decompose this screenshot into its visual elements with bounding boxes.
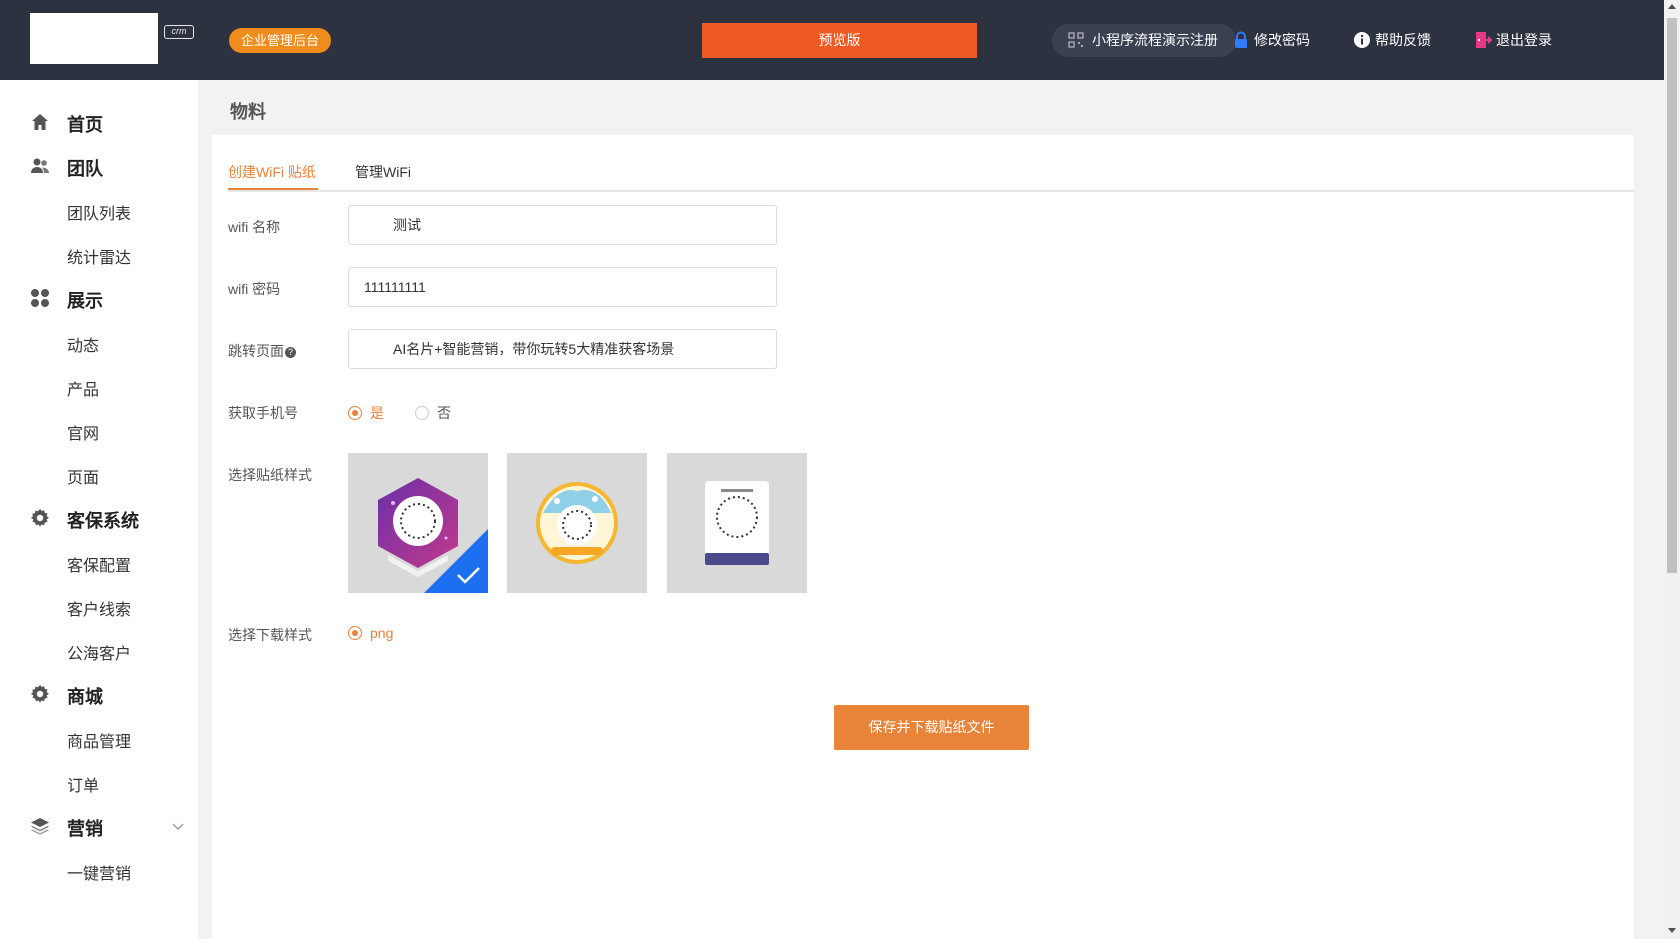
logo (30, 13, 158, 64)
gear-icon (30, 684, 49, 703)
logout-link[interactable]: 退出登录 (1474, 30, 1552, 50)
sidebar-item-label: 展示 (67, 291, 103, 311)
layers-icon (31, 818, 49, 835)
help-icon[interactable]: ? (285, 347, 296, 358)
content-panel: 创建WiFi 贴纸 管理WiFi wifi 名称 wifi 密码 跳转页面? 获… (212, 135, 1634, 939)
logout-label: 退出登录 (1496, 32, 1552, 48)
scrollbar[interactable] (1664, 0, 1680, 939)
scrollbar-thumb[interactable] (1667, 18, 1677, 573)
sidebar-item-label: 商城 (67, 687, 103, 707)
radio-dot (415, 406, 429, 420)
mini-program-label: 小程序流程演示注册 (1092, 32, 1218, 48)
get-phone-label: 获取手机号 (228, 405, 298, 421)
sidebar-item-display[interactable]: 展示 (0, 278, 198, 318)
round-sticker-image (536, 482, 618, 564)
wifi-name-label: wifi 名称 (228, 219, 281, 235)
sidebar-item-mall[interactable]: 商城 (0, 674, 198, 714)
card-sticker-image (705, 481, 769, 565)
page-title: 物料 (230, 102, 266, 122)
mini-program-button[interactable]: 小程序流程演示注册 (1052, 24, 1236, 57)
sticker-style-label: 选择贴纸样式 (228, 467, 312, 483)
selected-check-icon (424, 529, 488, 593)
redirect-page-input[interactable] (348, 329, 777, 369)
gear-icon (30, 508, 49, 527)
radio-dot (348, 406, 362, 420)
phone-no-radio[interactable]: 否 (415, 403, 451, 423)
chevron-down-icon[interactable] (170, 818, 186, 834)
phone-yes-radio[interactable]: 是 (348, 403, 384, 423)
crm-badge: crm (164, 25, 194, 39)
wifi-password-input[interactable] (348, 267, 777, 307)
wifi-name-input[interactable] (348, 205, 777, 245)
sidebar-item-home[interactable]: 首页 (0, 102, 198, 142)
lock-icon (1235, 31, 1247, 48)
sidebar-item-customer-leads[interactable]: 客户线索 (67, 596, 131, 620)
tab-create-wifi-sticker[interactable]: 创建WiFi 贴纸 (228, 162, 316, 182)
redirect-page-label: 跳转页面? (228, 341, 296, 361)
scroll-down-arrow-icon[interactable] (1668, 928, 1676, 933)
help-feedback-label: 帮助反馈 (1375, 32, 1431, 48)
radio-dot (348, 626, 362, 640)
home-icon (32, 114, 48, 130)
download-png-radio[interactable]: png (348, 625, 393, 641)
logout-icon (1476, 32, 1492, 48)
top-bar: crm 企业管理后台 预览版 小程序流程演示注册 修改密码 帮助反馈 退出登录 (0, 0, 1664, 80)
preview-button[interactable]: 预览版 (702, 23, 977, 58)
sidebar-item-marketing[interactable]: 营销 (0, 806, 198, 846)
sidebar-item-customer-protection[interactable]: 客保系统 (0, 498, 198, 538)
tab-manage-wifi[interactable]: 管理WiFi (355, 162, 411, 182)
active-tab-indicator (228, 188, 318, 190)
info-icon (1354, 32, 1370, 48)
sidebar-item-label: 首页 (67, 115, 103, 135)
scroll-up-arrow-icon[interactable] (1668, 4, 1676, 9)
sticker-option-round[interactable] (507, 453, 647, 593)
help-feedback-link[interactable]: 帮助反馈 (1353, 30, 1431, 50)
sidebar-item-goods-management[interactable]: 商品管理 (67, 728, 131, 752)
save-download-button[interactable]: 保存并下载贴纸文件 (834, 705, 1029, 750)
redirect-page-text: 跳转页面 (228, 343, 284, 359)
sidebar-item-stats-radar[interactable]: 统计雷达 (67, 244, 131, 268)
radio-label: 是 (370, 405, 384, 421)
sidebar-item-products[interactable]: 产品 (67, 376, 99, 400)
wifi-password-label: wifi 密码 (228, 281, 281, 297)
sidebar-item-public-customers[interactable]: 公海客户 (67, 640, 131, 664)
sticker-option-hexagon[interactable] (348, 453, 488, 593)
change-password-label: 修改密码 (1254, 32, 1310, 48)
sidebar-item-website[interactable]: 官网 (67, 420, 99, 444)
download-style-label: 选择下载样式 (228, 627, 312, 643)
tab-bar: 创建WiFi 贴纸 管理WiFi (228, 135, 1634, 192)
sidebar: 首页 团队 团队列表 统计雷达 展示 动态 产品 官网 页面 客保系统 客保配置… (0, 80, 198, 939)
grid-icon (31, 289, 49, 307)
sidebar-item-protection-config[interactable]: 客保配置 (67, 552, 131, 576)
admin-badge[interactable]: 企业管理后台 (229, 28, 332, 53)
sticker-option-card[interactable] (667, 453, 807, 593)
sidebar-item-label: 客保系统 (67, 511, 139, 531)
change-password-link[interactable]: 修改密码 (1232, 30, 1310, 50)
sidebar-item-feed[interactable]: 动态 (67, 332, 99, 356)
qr-code-icon (1068, 32, 1084, 48)
sidebar-item-label: 营销 (67, 819, 103, 839)
team-icon (31, 158, 49, 173)
sidebar-item-team[interactable]: 团队 (0, 146, 198, 186)
sidebar-item-label: 团队 (67, 159, 103, 179)
radio-label: 否 (437, 405, 451, 421)
sidebar-item-pages[interactable]: 页面 (67, 464, 99, 488)
sidebar-item-orders[interactable]: 订单 (67, 772, 99, 796)
radio-label: png (370, 625, 394, 641)
sidebar-item-one-click-marketing[interactable]: 一键营销 (67, 860, 131, 884)
sidebar-item-team-list[interactable]: 团队列表 (67, 200, 131, 224)
